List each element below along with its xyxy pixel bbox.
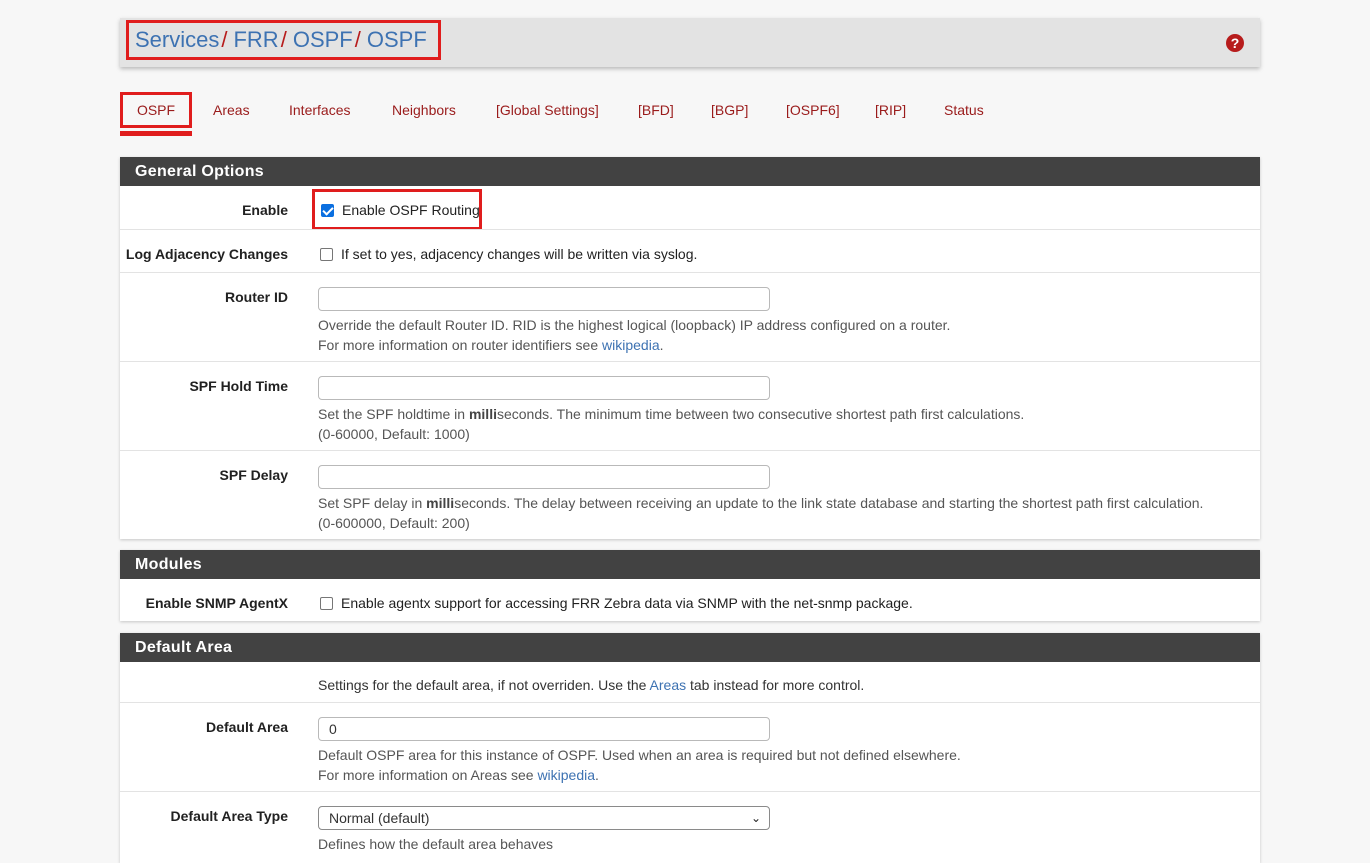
default-area-type-label: Default Area Type (170, 808, 288, 824)
spf-hold-input[interactable] (318, 376, 770, 400)
default-area-help-line1: Default OSPF area for this instance of O… (318, 747, 961, 763)
snmp-label: Enable SNMP AgentX (145, 595, 288, 611)
enable-ospf-checkbox[interactable] (321, 203, 334, 217)
spf-delay-help: Set SPF delay in milliseconds. The delay… (318, 493, 1250, 533)
spf-hold-help-suffix: seconds. The minimum time between two co… (496, 406, 1025, 422)
question-circle-icon[interactable]: ? (1226, 34, 1244, 52)
snmp-checkbox[interactable] (320, 596, 333, 610)
spf-delay-help-line1: Set SPF delay in milliseconds. The delay… (318, 493, 1250, 513)
tab-areas[interactable]: Areas (213, 92, 250, 128)
breadcrumb-frr[interactable]: FRR (233, 27, 278, 53)
log-adjacency-label: Log Adjacency Changes (125, 246, 288, 262)
panel-heading-general: General Options (120, 157, 1260, 186)
breadcrumb-ospf-current[interactable]: OSPF (367, 27, 427, 53)
default-area-help-suffix: . (595, 767, 599, 783)
default-area-intro-suffix: tab instead for more control. (686, 677, 865, 693)
spf-delay-help-line2: (0-600000, Default: 200) (318, 515, 470, 531)
snmp-checkbox-line[interactable]: Enable agentx support for accessing FRR … (320, 595, 913, 611)
router-id-row: Router ID Override the default Router ID… (120, 272, 1260, 361)
default-area-label: Default Area (206, 719, 288, 735)
default-area-type-help: Defines how the default area behaves (318, 836, 554, 852)
default-area-input[interactable] (318, 717, 770, 741)
router-id-wikipedia-link[interactable]: wikipedia (602, 337, 660, 353)
spf-hold-label: SPF Hold Time (189, 378, 288, 394)
default-area-intro-row: Settings for the default area, if not ov… (120, 662, 1260, 702)
tab-interfaces[interactable]: Interfaces (289, 92, 350, 128)
spf-hold-help-line1: Set the SPF holdtime in milliseconds. Th… (318, 404, 1250, 424)
spf-delay-help-prefix: Set SPF delay in (318, 495, 427, 511)
modules-panel: Modules Enable SNMP AgentX Enable agentx… (120, 550, 1260, 621)
spf-hold-help-line2: (0-60000, Default: 1000) (318, 426, 470, 442)
log-adjacency-checkbox-line[interactable]: If set to yes, adjacency changes will be… (320, 246, 697, 262)
spf-hold-help-prefix: Set the SPF holdtime in (318, 406, 469, 422)
breadcrumb: Services / FRR / OSPF / OSPF (126, 20, 441, 60)
default-area-type-row: Default Area Type Normal (default) ⌄ Def… (120, 791, 1260, 863)
panel-heading-modules: Modules (120, 550, 1260, 579)
default-area-type-selected: Normal (default) (329, 810, 430, 826)
log-adjacency-text: If set to yes, adjacency changes will be… (341, 246, 698, 262)
areas-tab-link[interactable]: Areas (650, 677, 687, 693)
default-area-help-line2: For more information on Areas see wikipe… (318, 765, 1250, 785)
spf-delay-help-suffix: seconds. The delay between receiving an … (454, 495, 1204, 511)
log-adjacency-checkbox[interactable] (320, 247, 333, 261)
tab-rip[interactable]: [RIP] (875, 92, 906, 128)
default-area-type-select[interactable]: Normal (default) ⌄ (318, 806, 770, 830)
active-tab-indicator (120, 131, 192, 136)
default-area-panel: Default Area Settings for the default ar… (120, 633, 1260, 863)
enable-checkbox-line[interactable]: Enable OSPF Routing (321, 202, 480, 218)
panel-heading-default-area: Default Area (120, 633, 1260, 662)
snmp-row: Enable SNMP AgentX Enable agentx support… (120, 579, 1260, 621)
default-area-help: Default OSPF area for this instance of O… (318, 745, 1250, 785)
enable-ospf-text: Enable OSPF Routing (342, 202, 480, 218)
router-id-help-suffix: . (659, 337, 664, 353)
tab-bfd[interactable]: [BFD] (638, 92, 674, 128)
default-area-intro-prefix: Settings for the default area, if not ov… (318, 677, 650, 693)
tab-global-settings[interactable]: [Global Settings] (496, 92, 599, 128)
page-header: Services / FRR / OSPF / OSPF ? (120, 18, 1260, 67)
snmp-text: Enable agentx support for accessing FRR … (341, 595, 913, 611)
tab-ospf[interactable]: OSPF (120, 92, 192, 128)
default-area-intro: Settings for the default area, if not ov… (318, 675, 864, 695)
router-id-help-line2: For more information on router identifie… (318, 335, 1250, 355)
tab-status[interactable]: Status (944, 92, 984, 128)
router-id-input[interactable] (318, 287, 770, 311)
router-id-help-prefix: For more information on router identifie… (318, 337, 603, 353)
tab-ospf6[interactable]: [OSPF6] (786, 92, 840, 128)
chevron-down-icon: ⌄ (750, 811, 761, 825)
log-adjacency-row: Log Adjacency Changes If set to yes, adj… (120, 229, 1260, 272)
router-id-help: Override the default Router ID. RID is t… (318, 315, 1250, 355)
router-id-help-line1: Override the default Router ID. RID is t… (318, 317, 951, 333)
default-area-help-prefix: For more information on Areas see (318, 767, 538, 783)
tab-neighbors[interactable]: Neighbors (392, 92, 456, 128)
general-options-panel: General Options Enable Enable OSPF Routi… (120, 157, 1260, 539)
tab-bar: OSPF Areas Interfaces Neighbors [Global … (120, 92, 1260, 136)
enable-label: Enable (242, 202, 288, 218)
breadcrumb-services[interactable]: Services (135, 27, 219, 53)
breadcrumb-separator: / (221, 27, 228, 52)
spf-delay-help-bold: milli (426, 495, 455, 511)
default-area-row: Default Area Default OSPF area for this … (120, 702, 1260, 791)
router-id-label: Router ID (225, 289, 288, 305)
breadcrumb-separator: / (280, 27, 287, 52)
breadcrumb-separator: / (354, 27, 361, 52)
spf-delay-label: SPF Delay (219, 467, 288, 483)
spf-hold-row: SPF Hold Time Set the SPF holdtime in mi… (120, 361, 1260, 450)
spf-hold-help: Set the SPF holdtime in milliseconds. Th… (318, 404, 1250, 444)
breadcrumb-ospf[interactable]: OSPF (293, 27, 353, 53)
default-area-wikipedia-link[interactable]: wikipedia (537, 767, 595, 783)
spf-delay-input[interactable] (318, 465, 770, 489)
enable-row: Enable Enable OSPF Routing (120, 186, 1260, 230)
tab-bgp[interactable]: [BGP] (711, 92, 748, 128)
spf-hold-help-bold: milli (468, 406, 497, 422)
spf-delay-row: SPF Delay Set SPF delay in milliseconds.… (120, 450, 1260, 539)
